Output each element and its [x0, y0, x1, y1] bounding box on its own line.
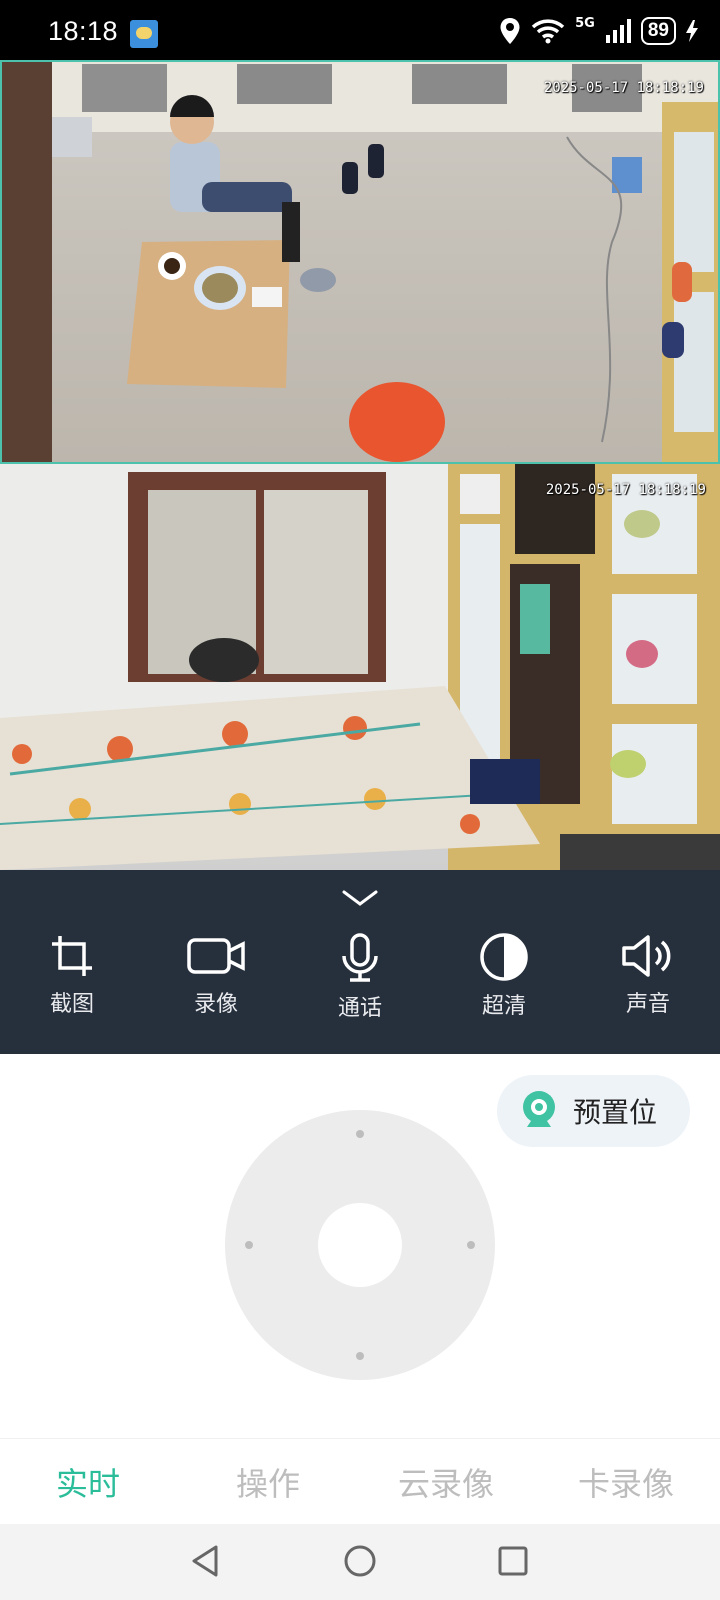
microphone-icon — [342, 933, 378, 982]
contrast-icon — [480, 933, 528, 981]
pad-down-dot[interactable] — [356, 1352, 364, 1360]
charging-icon — [686, 20, 698, 42]
status-time: 18:18 — [48, 16, 119, 46]
pad-center[interactable] — [318, 1203, 402, 1287]
quality-button[interactable]: 超清 — [449, 932, 559, 1020]
preset-position-button[interactable]: 预置位 — [497, 1075, 690, 1147]
pad-right-dot[interactable] — [467, 1241, 475, 1249]
control-panel: 截图 录像 通话 超清 声音 — [0, 870, 720, 1054]
camera-feed-2[interactable]: 2025-05-17 18:18:19 — [0, 464, 720, 870]
preset-label: 预置位 — [573, 1096, 658, 1129]
wifi-icon — [531, 19, 565, 44]
record-label: 录像 — [193, 992, 238, 1017]
pad-up-dot[interactable] — [356, 1130, 364, 1138]
sound-button[interactable]: 声音 — [593, 932, 703, 1018]
recents-icon[interactable] — [497, 1545, 529, 1577]
collapse-chevron-icon[interactable] — [342, 888, 378, 908]
location-icon — [500, 18, 520, 44]
status-icons: 5G 89 — [499, 14, 698, 48]
crop-icon — [52, 936, 92, 976]
system-nav-bar — [0, 1524, 720, 1600]
home-icon[interactable] — [343, 1544, 377, 1578]
screenshot-button[interactable]: 截图 — [17, 932, 127, 1018]
back-icon[interactable] — [190, 1544, 220, 1578]
ptz-joystick[interactable] — [225, 1110, 495, 1380]
weather-icon — [130, 20, 158, 48]
bottom-tab-bar: 实时 操作 云录像 卡录像 — [0, 1438, 720, 1525]
feed-1-timestamp: 2025-05-17 18:18:19 — [543, 80, 704, 96]
speaker-icon — [622, 935, 671, 977]
battery-level: 89 — [640, 17, 676, 45]
status-bar: 18:18 5G 89 — [0, 0, 720, 60]
feed-2-scene — [0, 464, 720, 870]
tab-live[interactable]: 实时 — [56, 1459, 120, 1505]
camera-feed-1[interactable]: 2025-05-17 18:18:19 — [0, 60, 720, 464]
talk-button[interactable]: 通话 — [305, 932, 415, 1022]
tab-card-recording[interactable]: 卡录像 — [578, 1459, 674, 1505]
quality-label: 超清 — [481, 994, 526, 1019]
tab-cloud-recording[interactable]: 云录像 — [398, 1459, 494, 1505]
webcam-icon — [523, 1091, 555, 1127]
video-camera-icon — [187, 938, 245, 974]
feed-2-timestamp: 2025-05-17 18:18:19 — [545, 482, 706, 498]
signal-icon — [605, 19, 631, 43]
feed-1-scene — [2, 62, 718, 462]
sound-label: 声音 — [625, 992, 670, 1017]
talk-label: 通话 — [337, 996, 382, 1021]
network-type: 5G — [575, 15, 595, 31]
screenshot-label: 截图 — [49, 992, 94, 1017]
pad-left-dot[interactable] — [245, 1241, 253, 1249]
tab-operation[interactable]: 操作 — [236, 1459, 300, 1505]
record-button[interactable]: 录像 — [161, 932, 271, 1018]
